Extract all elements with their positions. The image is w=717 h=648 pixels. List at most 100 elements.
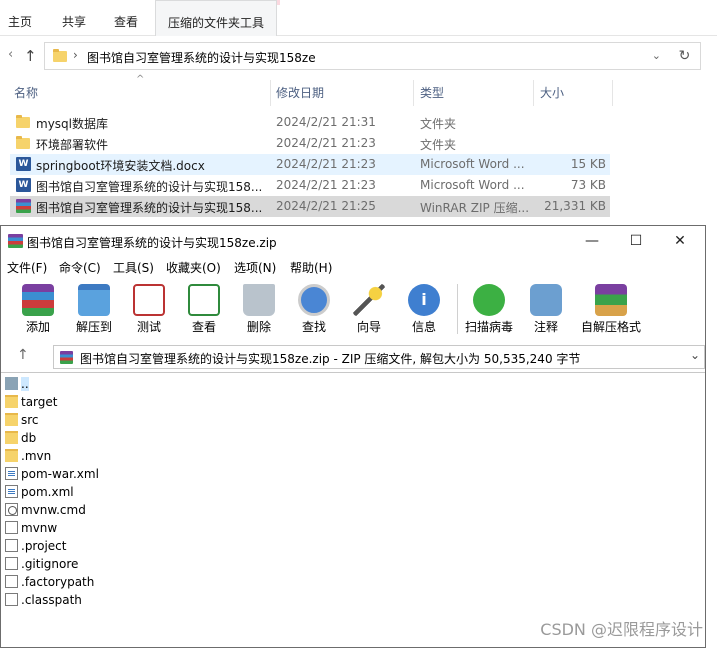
add-label: 添加 [25,320,50,334]
file-name: mysql数据库 [36,117,108,131]
column-divider[interactable] [533,80,534,106]
menu-bar: 文件(F) 命令(C) 工具(S) 收藏夹(O) 选项(N) 帮助(H) [1,256,705,278]
nav-back-chevron-icon[interactable]: ‹ [8,47,13,62]
tab-compressed-folder-tools[interactable]: 压缩的文件夹工具 [155,0,278,36]
minimize-icon[interactable]: — [577,230,607,252]
entry-name: .gitignore [21,557,79,571]
up-arrow-icon[interactable]: ↑ [17,347,29,363]
file-date: 2024/2/21 21:23 [276,157,376,171]
entry-name: .project [21,539,67,553]
address-path: 图书馆自习室管理系统的设计与实现158ze [87,51,316,65]
file-icon [5,575,18,588]
tab-share[interactable]: 共享 [62,13,86,30]
refresh-icon[interactable]: ↻ [669,42,701,70]
toolbar-divider [457,284,458,334]
file-row[interactable]: mysql数据库 2024/2/21 21:31 文件夹 [10,112,610,133]
wizard-button[interactable]: 向导 [341,282,397,338]
scan-virus-button[interactable]: 扫描病毒 [461,282,517,338]
winrar-window: 图书馆自习室管理系统的设计与实现158ze.zip — ☐ ✕ 文件(F) 命令… [0,225,706,648]
archive-file-list: .. target src db .mvn pom-war.xml pom.xm… [1,372,705,648]
view-book-icon [188,284,220,316]
wizard-label: 向导 [356,320,381,334]
file-date: 2024/2/21 21:31 [276,115,376,129]
delete-button[interactable]: 删除 [231,282,287,338]
file-row[interactable]: 图书馆自习室管理系统的设计与实现158... 2024/2/21 21:25 W… [10,196,610,217]
file-size: 15 KB [570,157,606,171]
extract-to-button[interactable]: 解压到 [66,282,122,338]
file-date: 2024/2/21 21:25 [276,199,376,213]
folder-icon [16,115,30,128]
sfx-label: 自解压格式 [581,320,642,334]
address-dropdown-icon[interactable]: ⌄ [652,49,661,62]
file-icon [5,521,18,534]
menu-help[interactable]: 帮助(H) [290,259,332,276]
xml-file-icon [5,467,18,480]
file-name: 图书馆自习室管理系统的设计与实现158... [36,180,263,194]
close-icon[interactable]: ✕ [665,230,695,252]
entry-name: pom-war.xml [21,467,99,481]
title-bar[interactable]: 图书馆自习室管理系统的设计与实现158ze.zip — ☐ ✕ [1,226,705,256]
info-button[interactable]: i 信息 [396,282,452,338]
archive-add-icon [22,284,54,316]
comment-bubble-icon [530,284,562,316]
comment-button[interactable]: 注释 [518,282,574,338]
tab-home[interactable]: 主页 [8,13,32,30]
view-button[interactable]: 查看 [176,282,232,338]
archive-path-text: 图书馆自习室管理系统的设计与实现158ze.zip - ZIP 压缩文件, 解包… [80,352,581,366]
delete-label: 删除 [246,320,271,334]
file-type: Microsoft Word ... [420,178,525,192]
comment-label: 注释 [533,320,558,334]
tab-view[interactable]: 查看 [114,13,138,30]
file-type: WinRAR ZIP 压缩... [420,201,530,215]
test-checklist-icon [133,284,165,316]
folder-icon [5,395,18,408]
address-bar[interactable]: › 图书馆自习室管理系统的设计与实现158ze ⌄ [44,42,670,70]
folder-icon [16,136,30,149]
menu-tools[interactable]: 工具(S) [113,259,154,276]
window-title: 图书馆自习室管理系统的设计与实现158ze.zip [27,236,277,250]
entry-name: .factorypath [21,575,95,589]
menu-file[interactable]: 文件(F) [7,259,47,276]
file-icon [5,539,18,552]
file-size: 21,331 KB [544,199,606,213]
test-button[interactable]: 测试 [121,282,177,338]
column-divider[interactable] [270,80,271,106]
column-type[interactable]: 类型 [420,84,444,101]
entry-name: target [21,395,58,409]
xml-file-icon [5,485,18,498]
archive-path-box[interactable]: 图书馆自习室管理系统的设计与实现158ze.zip - ZIP 压缩文件, 解包… [53,345,705,369]
entry-name: .. [21,377,29,391]
file-icon [5,593,18,606]
explorer-ribbon: 主页 共享 查看 压缩的文件夹工具 [0,0,717,36]
column-divider[interactable] [413,80,414,106]
menu-options[interactable]: 选项(N) [234,259,276,276]
folder-icon [53,49,67,62]
menu-favorites[interactable]: 收藏夹(O) [166,259,221,276]
sfx-button[interactable]: 自解压格式 [581,282,641,338]
folder-icon [5,449,18,462]
archive-path-bar: ↑ 图书馆自习室管理系统的设计与实现158ze.zip - ZIP 压缩文件, … [1,343,705,371]
magnifier-icon [298,284,330,316]
watermark: CSDN @迟限程序设计 [540,620,703,639]
column-divider[interactable] [612,80,613,106]
column-date[interactable]: 修改日期 [276,84,324,101]
file-row[interactable]: 环境部署软件 2024/2/21 21:23 文件夹 [10,133,610,154]
add-button[interactable]: 添加 [10,282,66,338]
entry-name: mvnw [21,521,58,535]
breadcrumb-chevron-icon[interactable]: › [73,48,78,62]
file-row[interactable]: W springboot环境安装文档.docx 2024/2/21 21:23 … [10,154,610,175]
sfx-box-icon [595,284,627,316]
up-arrow-icon[interactable]: ↑ [24,47,37,65]
maximize-icon[interactable]: ☐ [621,230,651,252]
info-icon: i [408,284,440,316]
file-row[interactable]: W 图书馆自习室管理系统的设计与实现158... 2024/2/21 21:23… [10,175,610,196]
column-size[interactable]: 大小 [540,84,564,101]
path-dropdown-icon[interactable]: ⌄ [690,348,700,362]
column-name[interactable]: 名称 [14,84,38,101]
folder-icon [5,431,18,444]
menu-commands[interactable]: 命令(C) [59,259,101,276]
wand-icon [353,284,385,316]
find-button[interactable]: 查找 [286,282,342,338]
toolbar: 添加 解压到 测试 查看 删除 查找 向导 i 信息 扫描病毒 注释 自解压格式 [1,278,705,340]
winrar-icon [8,234,23,248]
